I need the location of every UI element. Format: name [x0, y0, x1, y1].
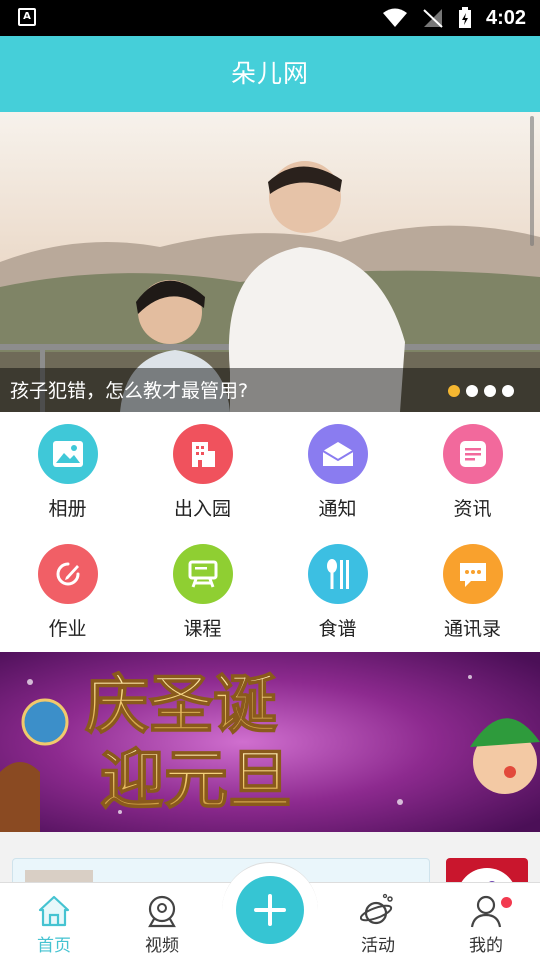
- photo-icon: [37, 424, 98, 484]
- notification-badge: [501, 897, 512, 908]
- feature-attendance[interactable]: 出入园: [135, 412, 270, 532]
- nav-home[interactable]: 首页: [4, 883, 104, 960]
- nav-mine[interactable]: 我的: [436, 883, 536, 960]
- feature-label: 食谱: [318, 618, 357, 640]
- feature-album[interactable]: 相册: [0, 412, 135, 532]
- status-icons: 4:02: [382, 0, 526, 36]
- building-icon: [172, 424, 233, 484]
- home-icon: [38, 895, 70, 927]
- notification-icon: A: [18, 8, 36, 26]
- banner-dot[interactable]: [466, 385, 478, 397]
- banner-dot[interactable]: [448, 385, 460, 397]
- feature-news[interactable]: 资讯: [405, 412, 540, 532]
- feature-label: 通知: [318, 498, 357, 520]
- plus-icon: [254, 894, 286, 926]
- nav-activity-label: 活动: [361, 936, 395, 956]
- status-time: 4:02: [485, 6, 526, 29]
- battery-icon: [458, 7, 471, 28]
- feature-grid: 相册 出入园 通知 资讯 作业 课程 食谱 通讯录: [0, 412, 540, 652]
- banner-photo: [0, 112, 540, 412]
- board-icon: [172, 544, 233, 604]
- feature-course[interactable]: 课程: [135, 532, 270, 652]
- cutlery-icon: [307, 544, 368, 604]
- nav-activity[interactable]: 活动: [328, 883, 428, 960]
- feature-recipe[interactable]: 食谱: [270, 532, 405, 652]
- status-bar: A 4:02: [0, 0, 540, 36]
- edit-icon: [37, 544, 98, 604]
- feature-label: 相册: [48, 498, 87, 520]
- banner-dot[interactable]: [502, 385, 514, 397]
- no-signal-icon: [423, 9, 443, 28]
- nav-video[interactable]: 视频: [112, 883, 212, 960]
- feature-label: 作业: [48, 618, 87, 640]
- feature-contacts[interactable]: 通讯录: [405, 532, 540, 652]
- chat-icon: [442, 544, 503, 604]
- scroll-indicator: [530, 116, 534, 246]
- planet-icon: [360, 893, 393, 925]
- wifi-icon: [382, 8, 407, 27]
- user-icon: [470, 895, 502, 928]
- nav-home-label: 首页: [37, 936, 71, 956]
- page-title: 朵儿网: [230, 59, 309, 88]
- promo-line1: 庆圣诞: [85, 668, 278, 743]
- banner-carousel[interactable]: 孩子犯错，怎么教才最管用?: [0, 112, 540, 412]
- banner-caption: 孩子犯错，怎么教才最管用?: [10, 380, 249, 402]
- promo-line2: 迎元旦: [100, 743, 292, 818]
- feature-label: 课程: [183, 618, 222, 640]
- app-header: 朵儿网: [0, 36, 540, 112]
- document-icon: [442, 424, 503, 484]
- feature-notice[interactable]: 通知: [270, 412, 405, 532]
- nav-mine-label: 我的: [469, 936, 503, 956]
- nav-video-label: 视频: [145, 936, 179, 956]
- promo-banner[interactable]: 庆圣诞 迎元旦: [0, 652, 540, 832]
- feature-label: 通讯录: [443, 618, 501, 640]
- feature-homework[interactable]: 作业: [0, 532, 135, 652]
- feature-label: 出入园: [173, 498, 231, 520]
- camera-icon: [148, 895, 176, 928]
- promo-image: 庆圣诞 迎元旦: [0, 652, 540, 832]
- banner-dot[interactable]: [484, 385, 496, 397]
- feature-label: 资讯: [453, 498, 492, 520]
- mail-icon: [307, 424, 368, 484]
- banner-pagination: [448, 385, 514, 397]
- add-button[interactable]: [236, 876, 304, 944]
